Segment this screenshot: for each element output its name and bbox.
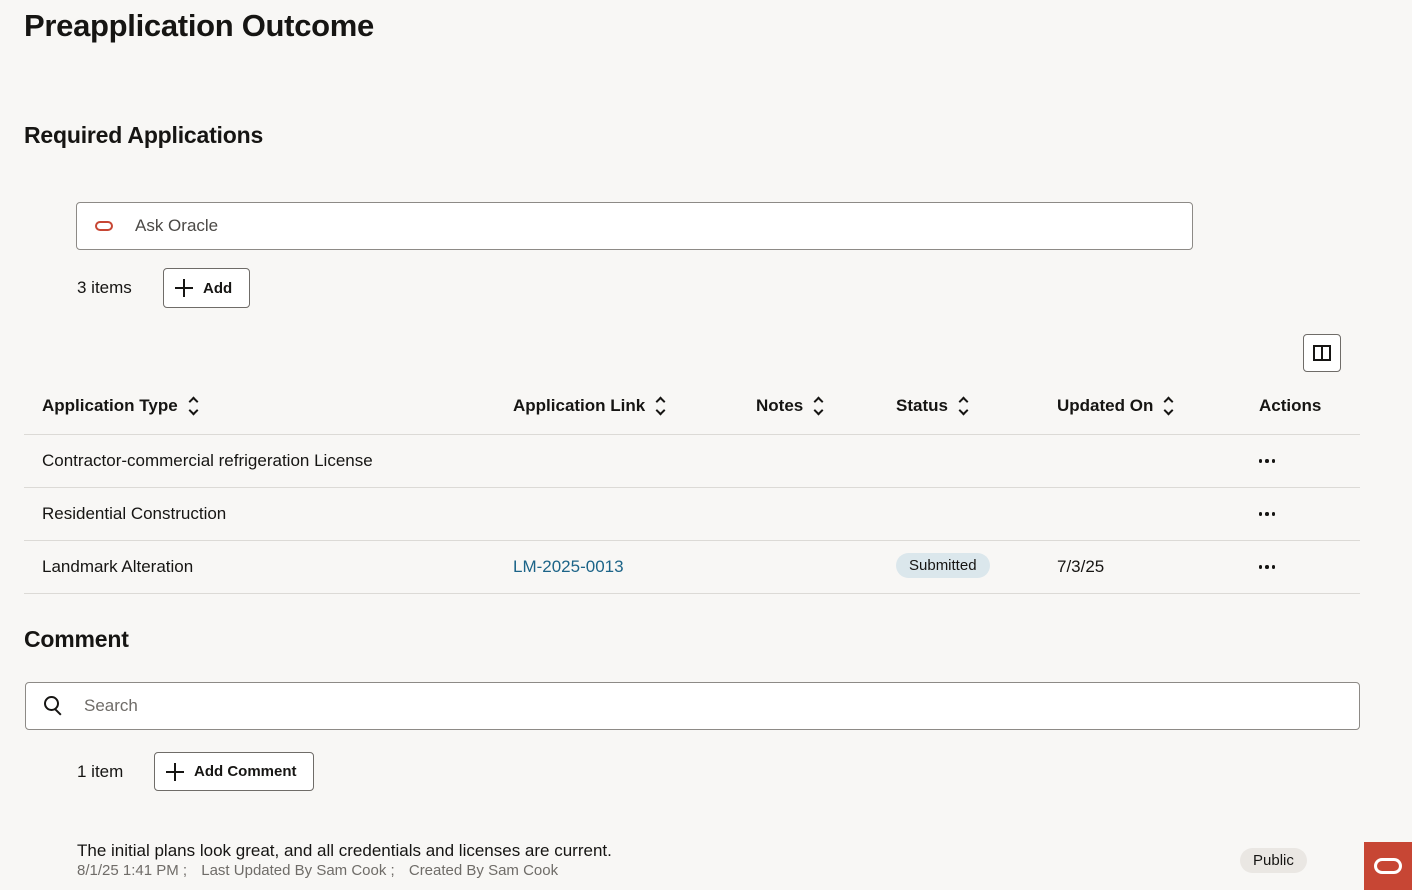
more-actions-icon[interactable] [1255,502,1279,526]
page-title: Preapplication Outcome [24,8,374,43]
table-row[interactable]: Landmark Alteration LM-2025-0013 Submitt… [24,541,1360,594]
columns-icon [1313,345,1331,361]
comment-meta: 8/1/25 1:41 PM ; Last Updated By Sam Coo… [77,862,568,879]
column-header-application-link[interactable]: Application Link [513,396,666,416]
cell-application-type: Residential Construction [42,504,227,523]
column-header-label: Application Link [513,396,646,415]
oracle-logo-icon [95,221,113,231]
page: Preapplication Outcome Required Applicat… [0,0,1412,890]
comment-title: Comment [24,626,129,652]
column-header-label: Notes [756,396,804,415]
cell-application-type: Contractor-commercial refrigeration Lice… [42,451,373,470]
sort-icon[interactable] [655,396,666,416]
more-actions-icon[interactable] [1255,555,1279,579]
comment-text: The initial plans look great, and all cr… [77,841,612,860]
sort-icon[interactable] [1163,396,1174,416]
visibility-badge: Public [1240,848,1307,873]
table-row[interactable]: Contractor-commercial refrigeration Lice… [24,435,1360,488]
column-header-application-type[interactable]: Application Type [42,396,199,416]
ask-oracle-input[interactable] [133,215,1037,237]
cell-updated-on: 7/3/25 [1057,557,1105,576]
column-header-status[interactable]: Status [896,396,969,416]
sort-icon[interactable] [188,396,199,416]
applications-count: 3 items [77,278,132,297]
comments-count: 1 item [77,762,124,781]
column-header-label: Application Type [42,396,178,415]
add-application-label: Add [203,279,233,297]
comment-created-by: Created By Sam Cook [408,862,559,879]
table-header: Application Type Application Link Notes … [24,380,1360,435]
applications-table: Application Type Application Link Notes … [24,380,1360,594]
oracle-logo-icon [1374,858,1402,874]
add-application-button[interactable]: Add [163,268,250,308]
add-comment-button[interactable]: Add Comment [154,752,314,791]
comment-search-field[interactable] [25,682,1360,730]
plus-icon [175,279,193,297]
comment-timestamp: 8/1/25 1:41 PM ; [77,862,188,879]
table-row[interactable]: Residential Construction [24,488,1360,541]
search-icon [44,696,64,716]
manage-columns-button[interactable] [1303,334,1341,372]
plus-icon [166,762,184,781]
sort-icon[interactable] [813,396,824,416]
oracle-assistant-button[interactable] [1364,842,1412,890]
column-header-notes[interactable]: Notes [756,396,824,416]
sort-icon[interactable] [958,396,969,416]
ask-oracle-field[interactable] [76,202,1193,250]
column-header-label: Actions [1259,396,1322,415]
column-header-label: Updated On [1057,396,1154,415]
required-applications-title: Required Applications [24,122,264,148]
status-badge: Submitted [896,553,990,578]
application-link[interactable]: LM-2025-0013 [513,557,624,577]
cell-application-type: Landmark Alteration [42,557,194,576]
more-actions-icon[interactable] [1255,449,1279,473]
column-header-label: Status [896,396,948,415]
comment-last-updated: Last Updated By Sam Cook ; [201,862,395,879]
comment-search-input[interactable] [82,695,1286,717]
column-header-updated-on[interactable]: Updated On [1057,396,1174,416]
column-header-actions: Actions [1259,396,1321,416]
add-comment-label: Add Comment [194,763,297,780]
